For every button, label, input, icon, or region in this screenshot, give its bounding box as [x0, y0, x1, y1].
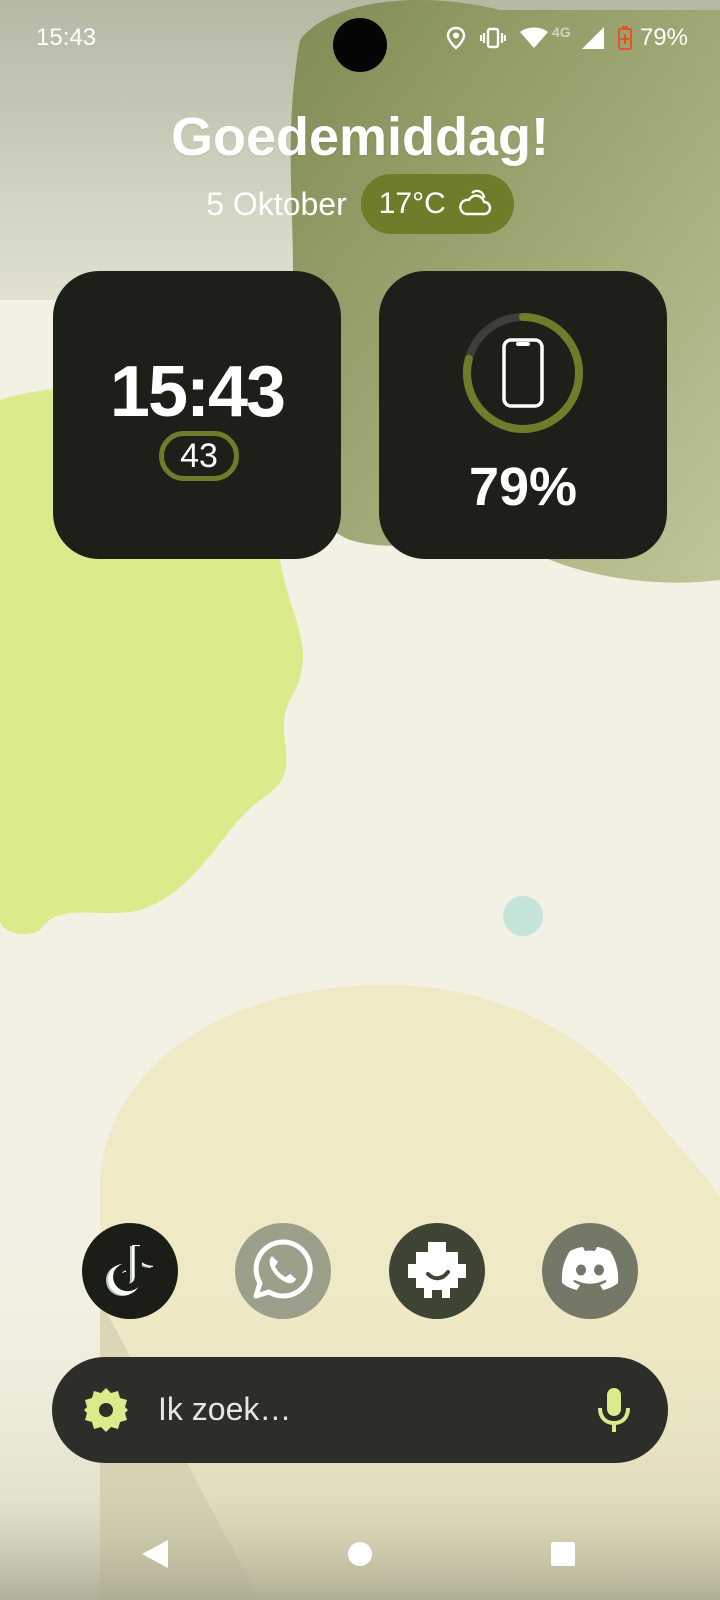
search-bar[interactable]: Ik zoek… — [52, 1357, 668, 1463]
recents-icon[interactable] — [543, 1534, 583, 1574]
battery-icon — [617, 26, 632, 50]
clock-seconds: 43 — [159, 431, 239, 481]
battery-ring — [463, 313, 583, 433]
weather-chip[interactable]: 17°C — [360, 174, 514, 234]
search-input[interactable]: Ik zoek… — [158, 1391, 291, 1428]
puzzle-app[interactable] — [389, 1223, 485, 1319]
decorative-dot — [503, 896, 543, 936]
location-icon — [446, 26, 466, 50]
whatsapp-app[interactable] — [235, 1223, 331, 1319]
date-label[interactable]: 5 Oktober — [206, 186, 347, 223]
whatsapp-icon — [252, 1238, 314, 1305]
battery-percentage: 79% — [639, 24, 688, 51]
partly-cloudy-icon — [458, 187, 492, 222]
battery-widget-percent: 79% — [468, 457, 578, 517]
camera-cutout — [333, 18, 387, 72]
tiktok-icon — [102, 1239, 158, 1304]
vibrate-icon — [479, 27, 506, 49]
back-icon[interactable] — [135, 1534, 175, 1574]
date-weather-row: 5 Oktober 17°C — [0, 174, 720, 234]
status-icons: 79% — [432, 22, 688, 54]
tiktok-app[interactable] — [82, 1223, 178, 1319]
navigation-bar — [0, 1520, 720, 1600]
clock-time: 15:43 — [109, 352, 286, 432]
signal-icon — [581, 27, 604, 49]
settings-gear-icon[interactable] — [82, 1386, 130, 1439]
battery-widget[interactable]: 79% — [379, 271, 667, 559]
discord-icon — [559, 1245, 621, 1298]
microphone-icon[interactable] — [594, 1386, 634, 1439]
phone-icon — [502, 338, 544, 408]
status-time: 15:43 — [36, 24, 97, 51]
wifi-icon — [519, 27, 548, 49]
discord-app[interactable] — [542, 1223, 638, 1319]
home-icon[interactable] — [340, 1534, 380, 1574]
puzzle-icon — [406, 1238, 468, 1305]
greeting-title: Goedemiddag! — [170, 107, 550, 167]
app-dock — [0, 1223, 720, 1321]
clock-widget[interactable]: 15:43 43 — [53, 271, 341, 559]
temperature: 17°C — [378, 187, 446, 220]
